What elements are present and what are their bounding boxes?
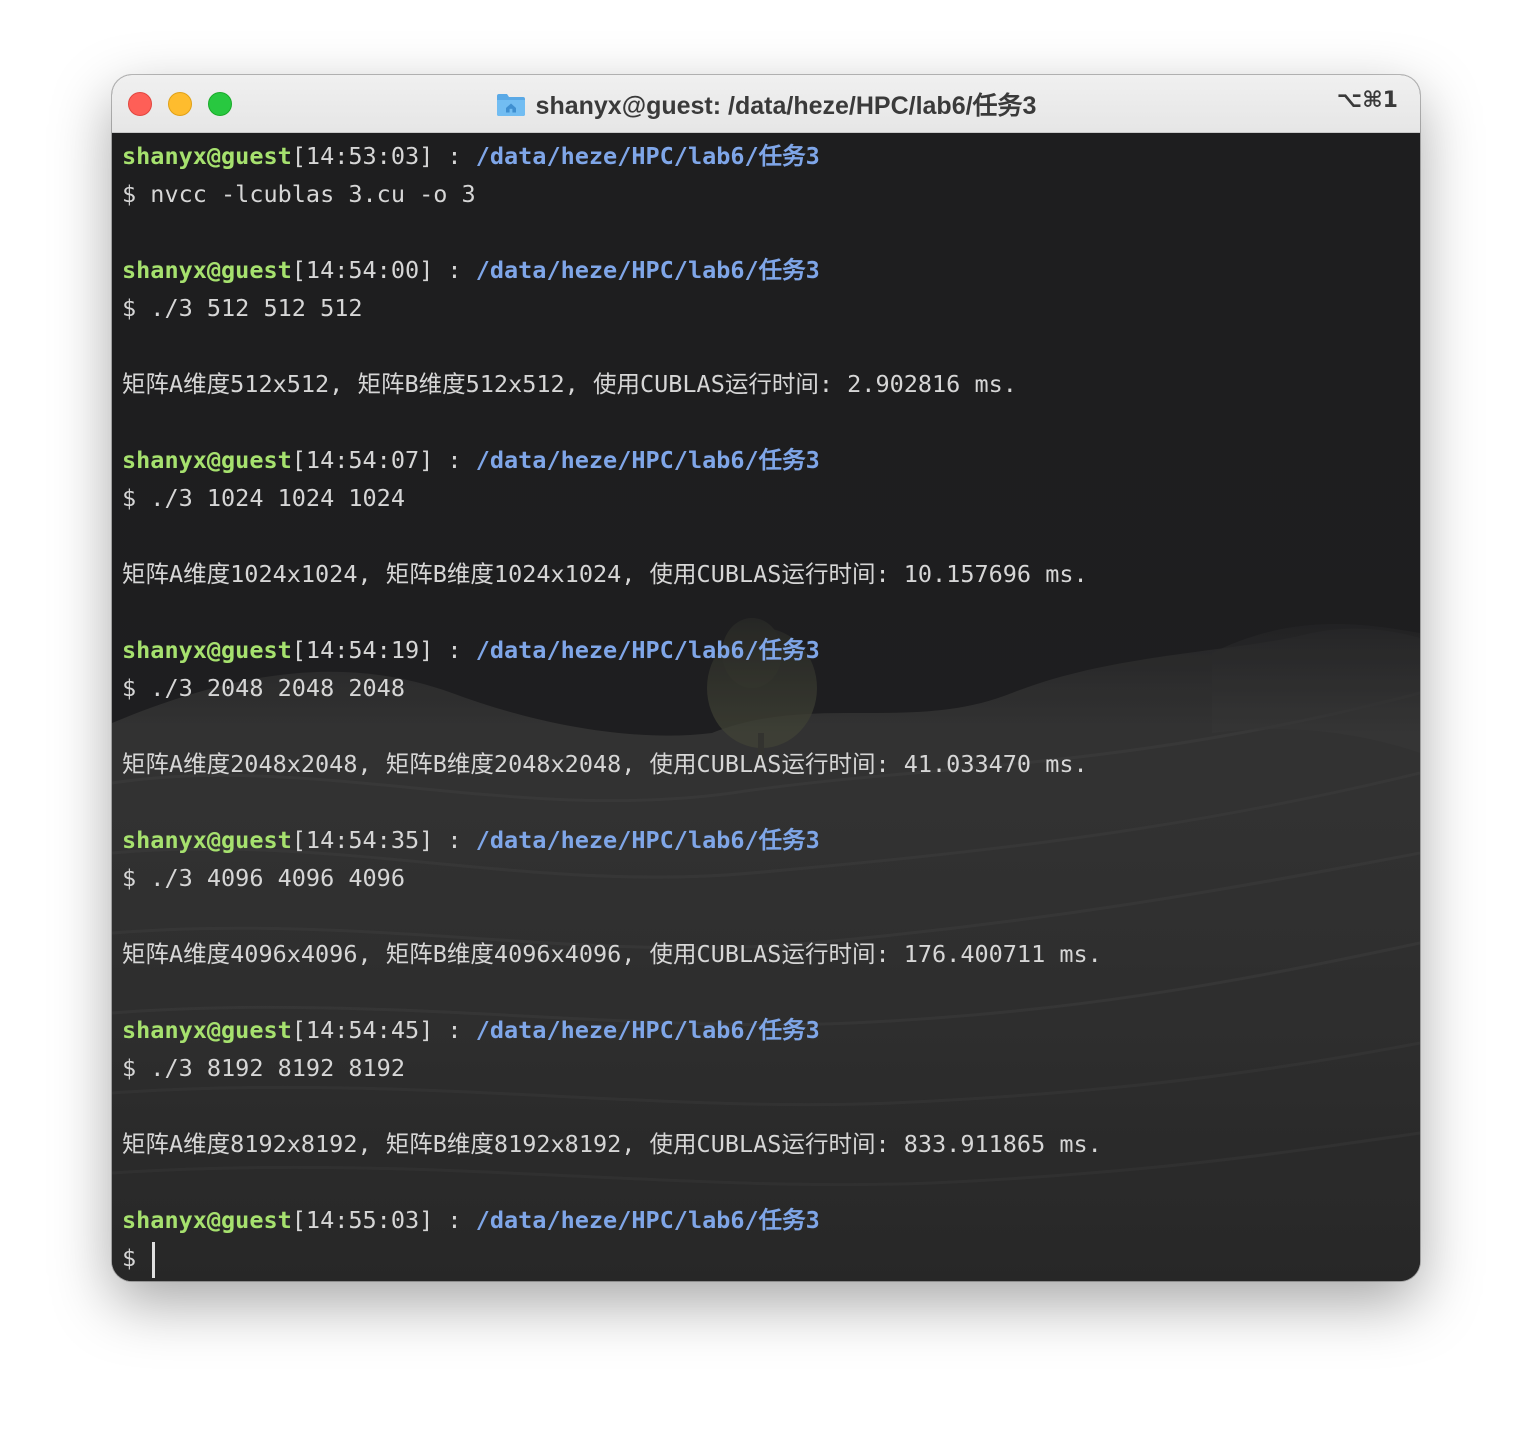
command-input[interactable]: $	[122, 1244, 150, 1272]
prompt-user: shanyx@guest	[122, 1206, 292, 1234]
prompt-time: [14:54:35]	[291, 826, 434, 854]
output-line: 矩阵A维度2048x2048, 矩阵B维度2048x2048, 使用CUBLAS…	[122, 750, 1088, 778]
prompt-user: shanyx@guest	[122, 446, 292, 474]
prompt-line: shanyx@guest[14:54:07] : /data/heze/HPC/…	[122, 441, 1412, 479]
prompt-separator: :	[433, 446, 476, 474]
output-line: 矩阵A维度8192x8192, 矩阵B维度8192x8192, 使用CUBLAS…	[122, 1130, 1102, 1158]
prompt-path: /data/heze/HPC/lab6/任务3	[475, 636, 820, 664]
prompt-separator: :	[433, 1016, 476, 1044]
prompt-path: /data/heze/HPC/lab6/任务3	[475, 1016, 820, 1044]
text-cursor	[152, 1241, 156, 1278]
prompt-line: shanyx@guest[14:53:03] : /data/heze/HPC/…	[122, 137, 1412, 175]
prompt-line: shanyx@guest[14:54:45] : /data/heze/HPC/…	[122, 1011, 1412, 1049]
prompt-line: shanyx@guest[14:54:00] : /data/heze/HPC/…	[122, 251, 1412, 289]
prompt-line: shanyx@guest[14:54:19] : /data/heze/HPC/…	[122, 631, 1412, 669]
terminal-content[interactable]: shanyx@guest[14:53:03] : /data/heze/HPC/…	[112, 133, 1420, 1281]
prompt-separator: :	[433, 826, 476, 854]
terminal-window: shanyx@guest: /data/heze/HPC/lab6/任务3 ⌥⌘…	[112, 75, 1420, 1281]
output-line: 矩阵A维度4096x4096, 矩阵B维度4096x4096, 使用CUBLAS…	[122, 940, 1102, 968]
prompt-user: shanyx@guest	[122, 1016, 292, 1044]
prompt-path: /data/heze/HPC/lab6/任务3	[475, 446, 820, 474]
prompt-time: [14:55:03]	[291, 1206, 434, 1234]
prompt-path: /data/heze/HPC/lab6/任务3	[475, 256, 820, 284]
command-line: $ ./3 4096 4096 4096	[122, 864, 405, 892]
prompt-separator: :	[433, 256, 476, 284]
prompt-time: [14:54:07]	[291, 446, 434, 474]
prompt-line: shanyx@guest[14:55:03] : /data/heze/HPC/…	[122, 1201, 1412, 1239]
output-line: 矩阵A维度1024x1024, 矩阵B维度1024x1024, 使用CUBLAS…	[122, 560, 1088, 588]
prompt-path: /data/heze/HPC/lab6/任务3	[475, 1206, 820, 1234]
command-input-line[interactable]: $	[122, 1239, 1412, 1278]
prompt-separator: :	[433, 636, 476, 664]
prompt-time: [14:54:45]	[291, 1016, 434, 1044]
command-line: $ ./3 8192 8192 8192	[122, 1054, 405, 1082]
command-line: $ ./3 512 512 512	[122, 294, 363, 322]
prompt-user: shanyx@guest	[122, 636, 292, 664]
prompt-time: [14:54:19]	[291, 636, 434, 664]
prompt-path: /data/heze/HPC/lab6/任务3	[475, 826, 820, 854]
prompt-separator: :	[433, 142, 476, 170]
prompt-user: shanyx@guest	[122, 142, 292, 170]
prompt-path: /data/heze/HPC/lab6/任务3	[475, 142, 820, 170]
window-title-group: shanyx@guest: /data/heze/HPC/lab6/任务3	[112, 75, 1420, 132]
title-bar[interactable]: shanyx@guest: /data/heze/HPC/lab6/任务3 ⌥⌘…	[112, 75, 1420, 133]
command-line: $ ./3 1024 1024 1024	[122, 484, 405, 512]
prompt-time: [14:53:03]	[291, 142, 434, 170]
prompt-user: shanyx@guest	[122, 256, 292, 284]
prompt-user: shanyx@guest	[122, 826, 292, 854]
home-folder-icon	[496, 93, 525, 116]
command-line: $ nvcc -lcublas 3.cu -o 3	[122, 180, 476, 208]
prompt-time: [14:54:00]	[291, 256, 434, 284]
prompt-line: shanyx@guest[14:54:35] : /data/heze/HPC/…	[122, 821, 1412, 859]
window-title: shanyx@guest: /data/heze/HPC/lab6/任务3	[535, 91, 1037, 120]
tab-shortcut-label: ⌥⌘1	[1336, 88, 1398, 113]
command-line: $ ./3 2048 2048 2048	[122, 674, 405, 702]
prompt-separator: :	[433, 1206, 476, 1234]
terminal-output: shanyx@guest[14:53:03] : /data/heze/HPC/…	[122, 137, 1412, 1278]
output-line: 矩阵A维度512x512, 矩阵B维度512x512, 使用CUBLAS运行时间…	[122, 370, 1017, 398]
